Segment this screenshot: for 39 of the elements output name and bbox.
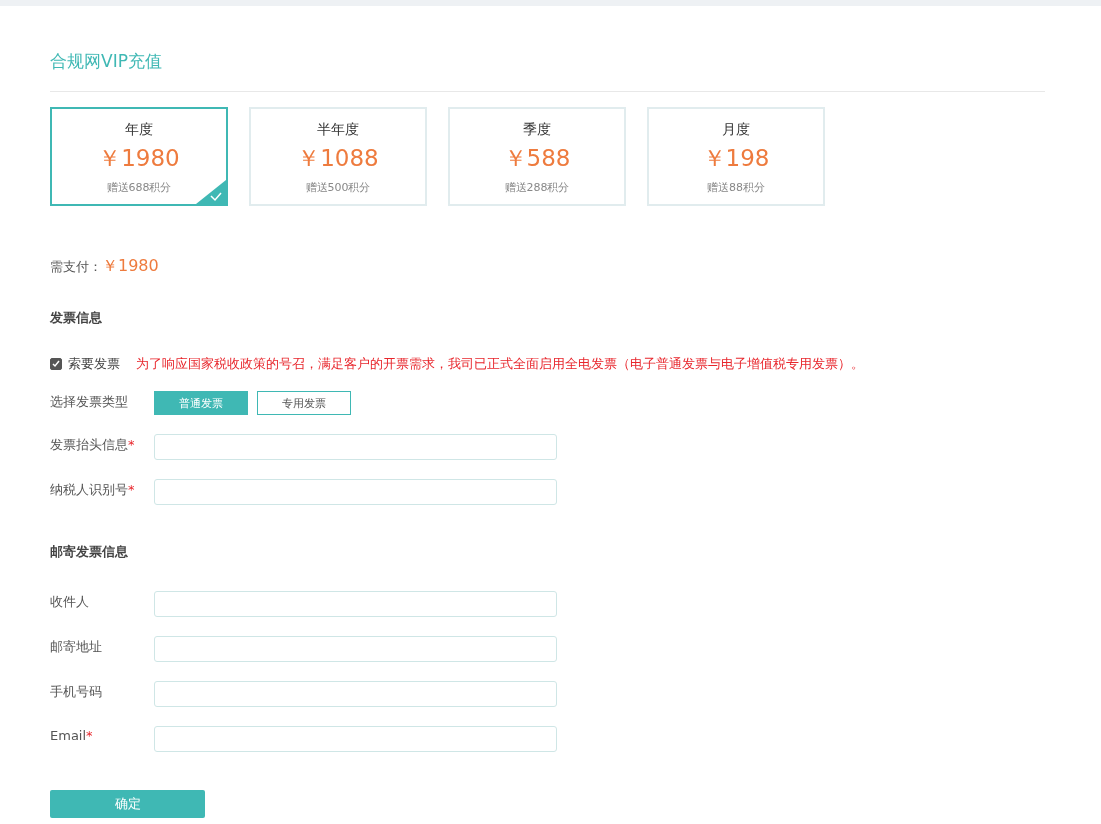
input-field[interactable] xyxy=(154,636,557,662)
plan-card[interactable]: 季度 ￥588 赠送288积分 xyxy=(448,107,626,206)
plan-name: 半年度 xyxy=(317,121,359,139)
plan-card[interactable]: 年度 ￥1980 赠送688积分 xyxy=(50,107,228,206)
input-field[interactable] xyxy=(154,681,557,707)
plan-price: ￥588 xyxy=(503,144,571,173)
payment-label: 需支付： xyxy=(50,258,102,276)
checkbox[interactable] xyxy=(50,358,62,370)
plan-bonus: 赠送288积分 xyxy=(504,180,570,195)
checkbox-label: 索要发票 xyxy=(68,355,120,373)
input-field[interactable] xyxy=(154,591,557,617)
section-heading: 发票信息 xyxy=(50,309,103,327)
plan-price: ￥198 xyxy=(702,144,770,173)
input-field[interactable] xyxy=(154,434,557,460)
notice-text: 为了响应国家税收政策的号召，满足客户的开票需求，我司已正式全面启用全电发票（电子普通发票与电子增值税专用发票）。 xyxy=(136,355,864,373)
field-label: 收件人 xyxy=(50,593,90,611)
plan-card[interactable]: 月度 ￥198 赠送88积分 xyxy=(647,107,825,206)
field-label: 发票抬头信息* xyxy=(50,436,136,454)
plan-bonus: 赠送688积分 xyxy=(106,180,172,195)
field-label: 选择发票类型 xyxy=(50,393,129,411)
plan-name: 年度 xyxy=(125,121,153,139)
field-label: Email* xyxy=(50,727,94,743)
invoice-type-button[interactable]: 专用发票 xyxy=(257,391,351,415)
plan-bonus: 赠送88积分 xyxy=(707,180,765,195)
section-heading: 邮寄发票信息 xyxy=(50,543,129,561)
plan-bonus: 赠送500积分 xyxy=(305,180,371,195)
plan-name: 季度 xyxy=(523,121,551,139)
payment-amount: ￥1980 xyxy=(102,256,159,277)
field-label: 纳税人识别号* xyxy=(50,481,136,499)
field-label: 手机号码 xyxy=(50,683,103,701)
input-field[interactable] xyxy=(154,726,557,752)
page-title: 合规网VIP充值 xyxy=(50,50,1045,92)
plan-price: ￥1088 xyxy=(297,144,379,173)
plan-card[interactable]: 半年度 ￥1088 赠送500积分 xyxy=(249,107,427,206)
plan-name: 月度 xyxy=(722,121,750,139)
input-field[interactable] xyxy=(154,479,557,505)
plan-price: ￥1980 xyxy=(98,144,180,173)
check-corner-icon xyxy=(196,180,226,204)
field-label: 邮寄地址 xyxy=(50,638,103,656)
